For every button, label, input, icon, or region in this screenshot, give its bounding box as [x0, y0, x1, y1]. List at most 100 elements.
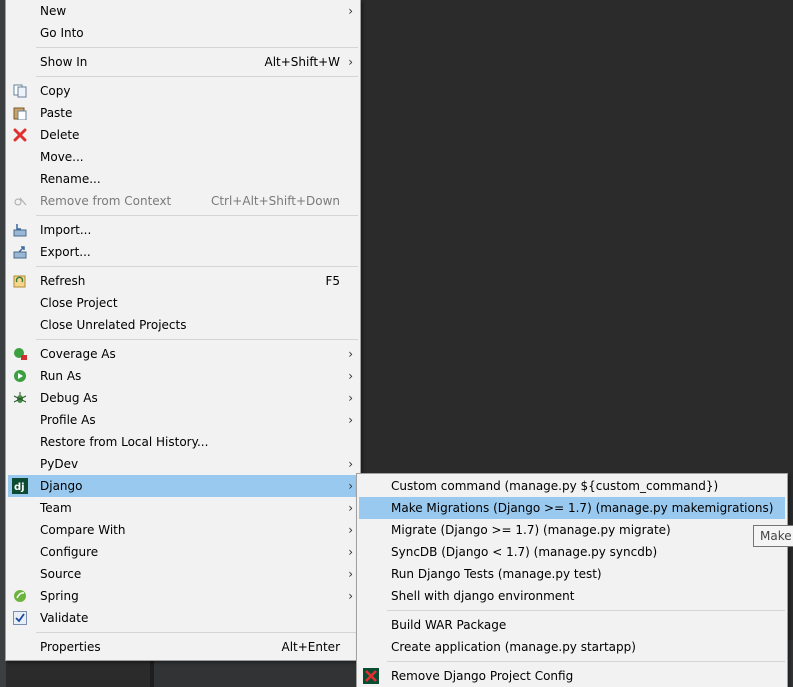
menu-item-compare-with[interactable]: Compare With ›	[8, 519, 358, 541]
menu-item-profile-as[interactable]: Profile As ›	[8, 409, 358, 431]
menu-item-move[interactable]: Move...	[8, 146, 358, 168]
menu-item-show-in[interactable]: Show In Alt+Shift+W ›	[8, 51, 358, 73]
menu-item-label: Make Migrations (Django >= 1.7) (manage.…	[391, 501, 774, 515]
menu-item-close-unrelated-projects[interactable]: Close Unrelated Projects	[8, 314, 358, 336]
menu-item-label: Validate	[40, 611, 89, 625]
menu-item-configure[interactable]: Configure ›	[8, 541, 358, 563]
menu-item-run-as[interactable]: Run As ›	[8, 365, 358, 387]
menu-item-team[interactable]: Team ›	[8, 497, 358, 519]
menu-item-label: Properties	[40, 640, 101, 654]
submenu-arrow-icon: ›	[348, 391, 353, 405]
svg-text:dj: dj	[14, 482, 25, 493]
submenu-arrow-icon: ›	[348, 457, 353, 471]
menu-item-copy[interactable]: Copy	[8, 80, 358, 102]
menu-item-label: Build WAR Package	[391, 618, 507, 632]
menu-item-label: Go Into	[40, 26, 84, 40]
menu-item-label: Paste	[40, 106, 73, 120]
import-icon	[12, 222, 28, 238]
copy-icon	[12, 83, 28, 99]
menu-separator	[36, 632, 358, 633]
submenu-item-remove-django-config[interactable]: Remove Django Project Config	[359, 665, 785, 687]
menu-item-spring[interactable]: Spring ›	[8, 585, 358, 607]
menu-item-paste[interactable]: Paste	[8, 102, 358, 124]
menu-item-label: Refresh	[40, 274, 86, 288]
menu-item-label: Close Project	[40, 296, 118, 310]
run-icon	[12, 368, 28, 384]
project-context-menu: New › Go Into Show In Alt+Shift+W › Copy…	[5, 0, 361, 661]
menu-item-validate[interactable]: Validate	[8, 607, 358, 629]
menu-item-shortcut: Alt+Enter	[281, 640, 340, 654]
menu-item-label: Remove from Context	[40, 194, 172, 208]
menu-item-label: Rename...	[40, 172, 101, 186]
submenu-arrow-icon: ›	[348, 4, 353, 18]
submenu-item-migrate[interactable]: Migrate (Django >= 1.7) (manage.py migra…	[359, 519, 785, 541]
menu-item-coverage-as[interactable]: Coverage As ›	[8, 343, 358, 365]
submenu-item-shell[interactable]: Shell with django environment	[359, 585, 785, 607]
menu-item-source[interactable]: Source ›	[8, 563, 358, 585]
menu-item-label: Create application (manage.py startapp)	[391, 640, 636, 654]
menu-item-properties[interactable]: Properties Alt+Enter	[8, 636, 358, 658]
menu-item-go-into[interactable]: Go Into	[8, 22, 358, 44]
menu-item-label: Copy	[40, 84, 71, 98]
menu-item-shortcut: Ctrl+Alt+Shift+Down	[210, 194, 340, 208]
submenu-arrow-icon: ›	[348, 523, 353, 537]
menu-item-export[interactable]: Export...	[8, 241, 358, 263]
submenu-arrow-icon: ›	[348, 55, 353, 69]
menu-item-label: Close Unrelated Projects	[40, 318, 187, 332]
menu-item-restore-local-history[interactable]: Restore from Local History...	[8, 431, 358, 453]
django-submenu: Custom command (manage.py ${custom_comma…	[356, 473, 788, 687]
menu-item-label: Move...	[40, 150, 84, 164]
menu-item-label: Team	[40, 501, 72, 515]
menu-item-label: Coverage As	[40, 347, 116, 361]
submenu-arrow-icon: ›	[348, 479, 353, 493]
menu-item-label: Configure	[40, 545, 99, 559]
django-icon: dj	[12, 478, 28, 494]
validate-check-icon	[12, 610, 28, 626]
menu-item-label: New	[40, 4, 67, 18]
menu-separator	[36, 266, 358, 267]
menu-separator	[36, 76, 358, 77]
menu-item-django[interactable]: dj Django ›	[8, 475, 358, 497]
submenu-item-custom-command[interactable]: Custom command (manage.py ${custom_comma…	[359, 475, 785, 497]
menu-item-label: Delete	[40, 128, 80, 142]
menu-item-label: Migrate (Django >= 1.7) (manage.py migra…	[391, 523, 671, 537]
menu-item-pydev[interactable]: PyDev ›	[8, 453, 358, 475]
menu-separator	[36, 339, 358, 340]
submenu-arrow-icon: ›	[348, 589, 353, 603]
tooltip: Make Migrations	[753, 525, 793, 547]
submenu-item-run-django-tests[interactable]: Run Django Tests (manage.py test)	[359, 563, 785, 585]
submenu-arrow-icon: ›	[348, 567, 353, 581]
submenu-arrow-icon: ›	[348, 413, 353, 427]
submenu-item-create-application[interactable]: Create application (manage.py startapp)	[359, 636, 785, 658]
menu-separator	[36, 215, 358, 216]
menu-item-label: SyncDB (Django < 1.7) (manage.py syncdb)	[391, 545, 658, 559]
menu-item-debug-as[interactable]: Debug As ›	[8, 387, 358, 409]
menu-item-label: Shell with django environment	[391, 589, 575, 603]
menu-item-refresh[interactable]: Refresh F5	[8, 270, 358, 292]
delete-icon	[12, 127, 28, 143]
submenu-item-make-migrations[interactable]: Make Migrations (Django >= 1.7) (manage.…	[359, 497, 785, 519]
submenu-arrow-icon: ›	[348, 347, 353, 361]
submenu-item-syncdb[interactable]: SyncDB (Django < 1.7) (manage.py syncdb)	[359, 541, 785, 563]
menu-item-label: Compare With	[40, 523, 126, 537]
menu-item-rename[interactable]: Rename...	[8, 168, 358, 190]
menu-item-label: Debug As	[40, 391, 98, 405]
menu-item-close-project[interactable]: Close Project	[8, 292, 358, 314]
menu-item-new[interactable]: New ›	[8, 0, 358, 22]
spring-icon	[12, 588, 28, 604]
menu-item-label: Django	[40, 479, 83, 493]
paste-icon	[12, 105, 28, 121]
export-icon	[12, 244, 28, 260]
menu-item-label: Source	[40, 567, 82, 581]
remove-config-icon	[363, 668, 379, 684]
menu-item-remove-from-context[interactable]: Remove from Context Ctrl+Alt+Shift+Down	[8, 190, 358, 212]
menu-item-shortcut: Alt+Shift+W	[264, 55, 341, 69]
menu-item-label: Remove Django Project Config	[391, 669, 574, 683]
menu-item-label: Profile As	[40, 413, 96, 427]
menu-item-label: Restore from Local History...	[40, 435, 209, 449]
menu-item-import[interactable]: Import...	[8, 219, 358, 241]
menu-separator	[36, 47, 358, 48]
menu-item-label: Run As	[40, 369, 82, 383]
submenu-item-build-war[interactable]: Build WAR Package	[359, 614, 785, 636]
menu-item-delete[interactable]: Delete	[8, 124, 358, 146]
